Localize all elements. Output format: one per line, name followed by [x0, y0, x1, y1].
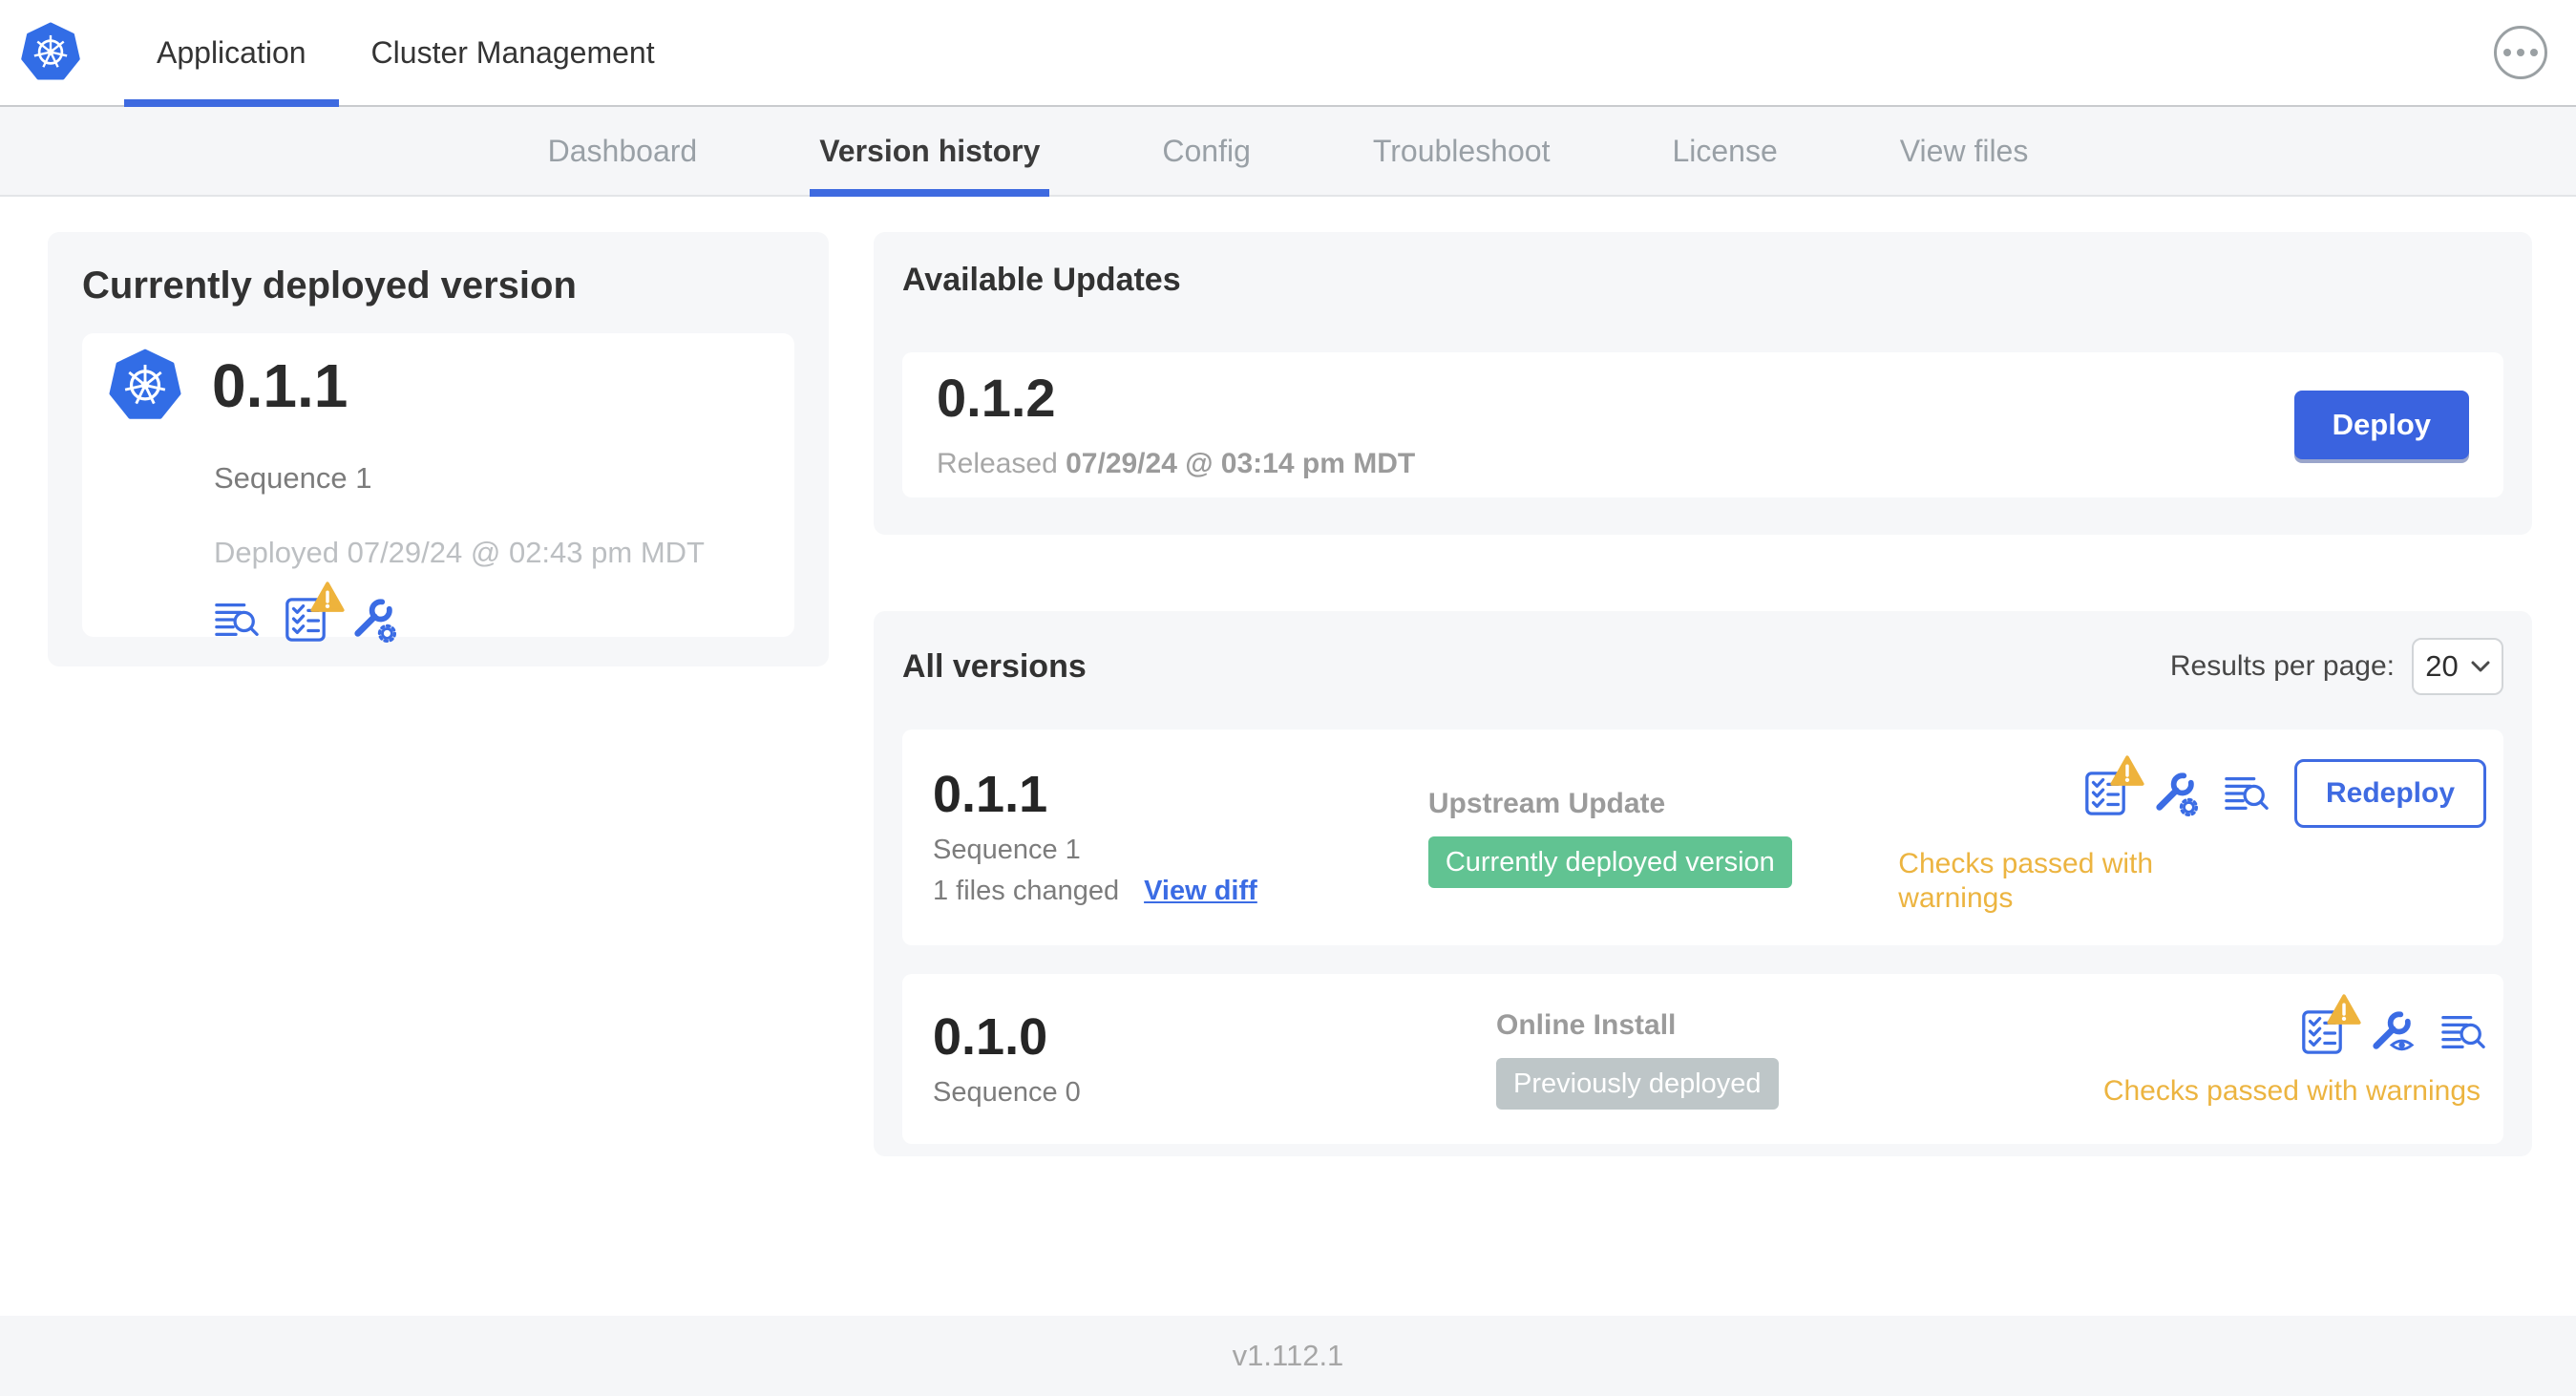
- update-card: 0.1.2 Released 07/29/24 @ 03:14 pm MDT D…: [902, 352, 2503, 497]
- tab-application-label: Application: [157, 34, 306, 70]
- tab-cluster-management-label: Cluster Management: [370, 34, 655, 70]
- row-version-number: 0.1.0: [933, 1008, 1048, 1066]
- tab-cluster-management[interactable]: Cluster Management: [339, 0, 687, 105]
- kubernetes-app-icon: [109, 349, 181, 423]
- currently-deployed-badge: Currently deployed version: [1427, 836, 1792, 888]
- version-rows: 0.1.1 Sequence 1 1 files changed View di…: [902, 730, 2503, 1144]
- preflight-checks-warning-icon[interactable]: [2082, 771, 2128, 816]
- results-per-page-select[interactable]: 20: [2412, 638, 2503, 695]
- subnav-tab-dashboard[interactable]: Dashboard: [487, 107, 759, 195]
- subnav-view-files-label: View files: [1899, 133, 2029, 168]
- warning-triangle-icon: [310, 582, 345, 613]
- deployed-sequence: Sequence 1: [214, 461, 372, 495]
- all-versions-panel: All versions Results per page: 20 0.1.1 …: [874, 611, 2532, 1156]
- currently-deployed-panel: Currently deployed version 0.1.1 Sequenc…: [48, 232, 829, 666]
- subnav-license-label: License: [1672, 133, 1778, 168]
- chevron-down-icon: [2471, 661, 2490, 672]
- subnav-dashboard-label: Dashboard: [547, 133, 698, 168]
- all-versions-title: All versions: [902, 648, 1087, 685]
- redeploy-button[interactable]: Redeploy: [2293, 759, 2486, 828]
- checks-status-text: Checks passed with warnings: [2102, 1075, 2481, 1107]
- row-sequence: Sequence 1: [933, 835, 1081, 865]
- deployed-action-icons: [214, 597, 766, 643]
- subnav-tab-license[interactable]: License: [1611, 107, 1838, 195]
- available-updates-panel: Available Updates 0.1.2 Released 07/29/2…: [874, 232, 2532, 535]
- app-footer: v1.112.1: [0, 1316, 2576, 1396]
- subnav-tab-config[interactable]: Config: [1101, 107, 1312, 195]
- released-timestamp: 07/29/24 @ 03:14 pm MDT: [1066, 448, 1416, 479]
- view-config-wrench-eye-icon[interactable]: [2370, 1009, 2416, 1055]
- subnav-config-label: Config: [1162, 133, 1251, 168]
- subnav-tab-troubleshoot[interactable]: Troubleshoot: [1312, 107, 1612, 195]
- diff-search-icon[interactable]: [2440, 1009, 2486, 1055]
- diff-search-icon[interactable]: [214, 597, 260, 643]
- deployed-version-card: 0.1.1 Sequence 1 Deployed 07/29/24 @ 02:…: [82, 333, 794, 637]
- released-label: Released: [937, 448, 1058, 479]
- subnav-tab-version-history[interactable]: Version history: [758, 107, 1101, 197]
- header-tabs: Application Cluster Management: [124, 0, 687, 107]
- tab-application[interactable]: Application: [124, 0, 339, 107]
- update-released-line: Released 07/29/24 @ 03:14 pm MDT: [937, 448, 1415, 480]
- preflight-checks-warning-icon[interactable]: [283, 597, 328, 643]
- results-per-page-label: Results per page:: [2169, 650, 2395, 682]
- row-sequence: Sequence 0: [933, 1077, 1081, 1108]
- previously-deployed-badge: Previously deployed: [1496, 1058, 1779, 1110]
- app-subnav: Dashboard Version history Config Trouble…: [0, 107, 2576, 197]
- console-version: v1.112.1: [1232, 1339, 1344, 1372]
- preflight-checks-warning-icon[interactable]: [2299, 1009, 2345, 1055]
- subnav-version-history-label: Version history: [819, 133, 1041, 168]
- admin-console-page: Application Cluster Management Dashboard…: [0, 0, 2576, 1396]
- available-updates-title: Available Updates: [902, 262, 1181, 298]
- version-row-0-1-0: 0.1.0 Sequence 0 Online Install Previous…: [902, 974, 2503, 1144]
- version-row-0-1-1: 0.1.1 Sequence 1 1 files changed View di…: [902, 730, 2503, 945]
- results-per-page: Results per page: 20: [2170, 638, 2503, 695]
- results-per-page-value: 20: [2425, 649, 2459, 683]
- deployed-version-number: 0.1.1: [212, 351, 348, 420]
- files-changed-label: 1 files changed: [933, 876, 1120, 906]
- deployed-timestamp: Deployed 07/29/24 @ 02:43 pm MDT: [214, 536, 705, 569]
- warning-triangle-icon: [2110, 755, 2144, 787]
- diff-search-icon[interactable]: [2224, 771, 2270, 816]
- view-diff-link[interactable]: View diff: [1144, 874, 1257, 908]
- app-header: Application Cluster Management: [0, 0, 2576, 107]
- subnav-tab-view-files[interactable]: View files: [1839, 107, 2090, 195]
- row-source-label: Online Install: [1496, 1009, 1677, 1041]
- ellipsis-icon: [2503, 49, 2511, 56]
- main-content: Currently deployed version 0.1.1 Sequenc…: [0, 197, 2576, 1316]
- row-source-label: Upstream Update: [1427, 788, 1666, 819]
- currently-deployed-title: Currently deployed version: [82, 264, 577, 307]
- subnav-troubleshoot-label: Troubleshoot: [1372, 133, 1551, 168]
- kubernetes-logo-icon: [21, 22, 80, 83]
- warning-triangle-icon: [2327, 994, 2361, 1026]
- deploy-button[interactable]: Deploy: [2293, 391, 2469, 459]
- row-version-number: 0.1.1: [933, 766, 1048, 823]
- update-version-number: 0.1.2: [937, 368, 1056, 428]
- more-menu-button[interactable]: [2494, 26, 2547, 79]
- edit-config-wrench-gear-icon[interactable]: [351, 597, 397, 643]
- edit-config-wrench-gear-icon[interactable]: [2153, 771, 2199, 816]
- checks-status-text: Checks passed with warnings: [1898, 848, 2154, 914]
